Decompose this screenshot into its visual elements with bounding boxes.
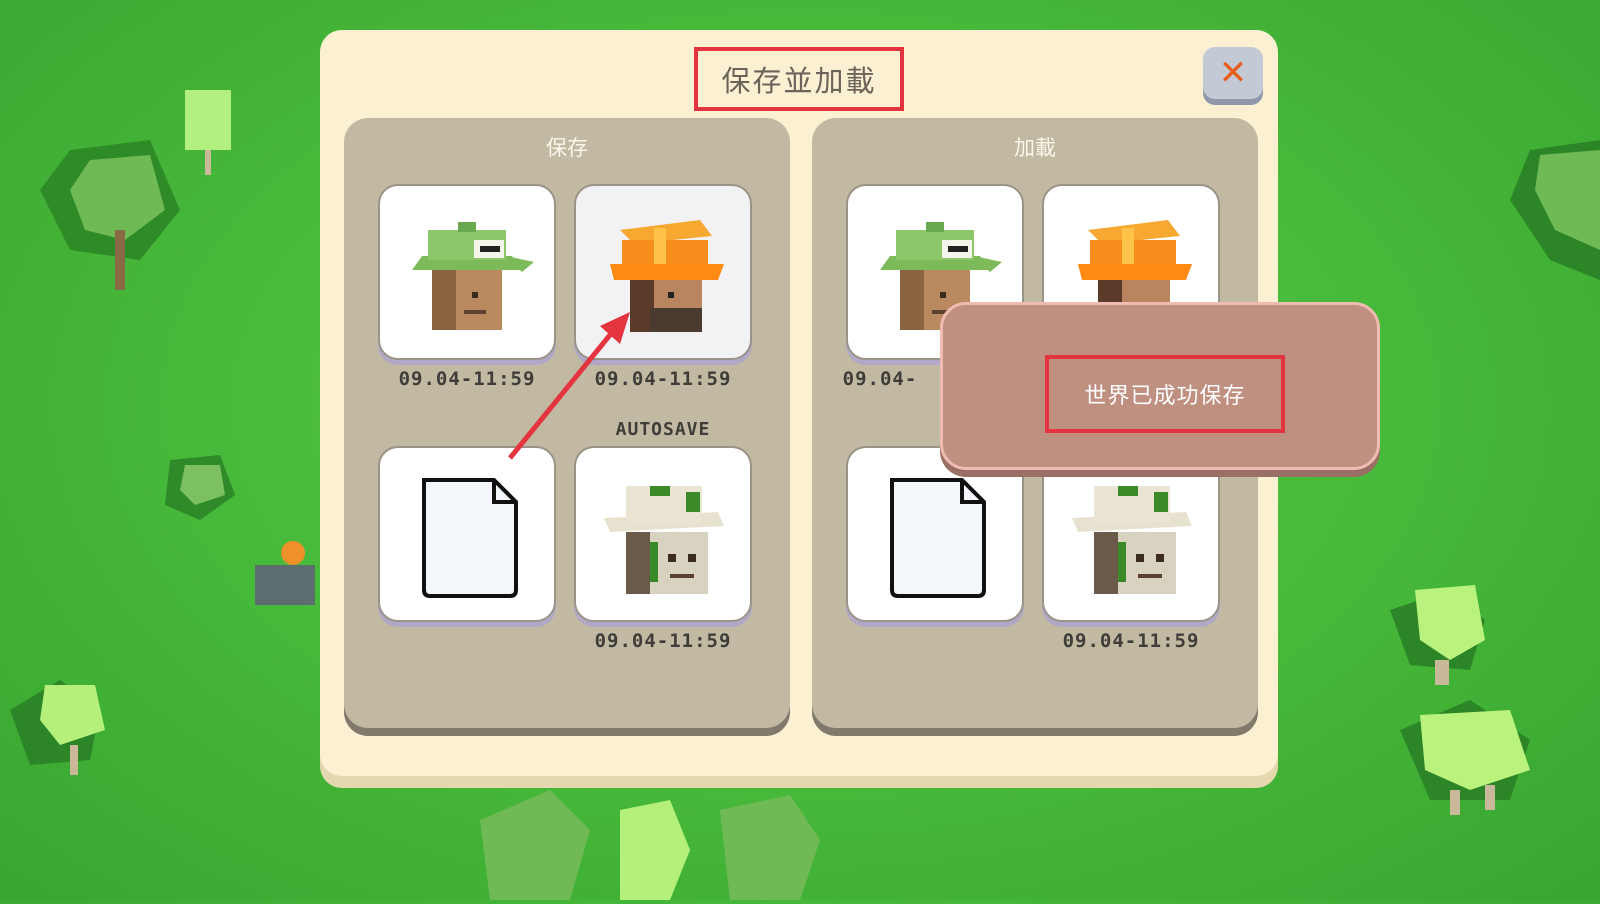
background-tree xyxy=(1390,580,1500,694)
stone-golem-character-icon xyxy=(604,486,724,594)
load-section-title: 加載 xyxy=(1014,136,1056,160)
green-cap-character-icon xyxy=(412,222,534,330)
stone-golem-character-icon xyxy=(1072,486,1192,594)
load-slot-1-timestamp: 09.04- xyxy=(842,368,918,390)
save-success-toast: 世界已成功保存 xyxy=(940,302,1380,470)
save-slot-1[interactable] xyxy=(378,184,556,360)
empty-file-icon xyxy=(890,478,986,598)
save-slot-2-timestamp: 09.04-11:59 xyxy=(594,368,732,390)
background-tree xyxy=(255,535,325,614)
background-tree xyxy=(150,450,240,534)
autosave-label: AUTOSAVE xyxy=(615,419,711,440)
background-tree xyxy=(0,670,120,784)
save-section-title: 保存 xyxy=(546,136,588,160)
load-slot-4-timestamp: 09.04-11:59 xyxy=(1062,630,1200,652)
save-slot-4-autosave[interactable] xyxy=(574,446,752,622)
orange-hardhat-character-icon xyxy=(610,220,724,332)
background-tree xyxy=(30,130,190,304)
empty-file-icon xyxy=(422,478,518,598)
background-tree xyxy=(185,90,235,184)
toast-message: 世界已成功保存 xyxy=(1084,384,1246,409)
dialog-title-box: 保存並加載 xyxy=(694,47,904,111)
dialog-title: 保存並加載 xyxy=(721,64,877,98)
save-slot-3[interactable] xyxy=(378,446,556,622)
save-section: 保存 09.04-11:59 09.04-11:59 AUTOSAVE 09.0… xyxy=(344,118,790,728)
close-button[interactable]: ✕ xyxy=(1203,47,1263,99)
save-slot-2[interactable] xyxy=(574,184,752,360)
load-slot-3[interactable] xyxy=(846,446,1024,622)
close-x-icon: ✕ xyxy=(1218,53,1248,93)
background-tree xyxy=(1500,140,1600,294)
toast-message-box: 世界已成功保存 xyxy=(1045,355,1285,433)
load-slot-4[interactable] xyxy=(1042,446,1220,622)
background-tree xyxy=(470,790,830,904)
background-tree xyxy=(1400,700,1540,824)
save-slot-1-timestamp: 09.04-11:59 xyxy=(398,368,536,390)
save-slot-4-timestamp: 09.04-11:59 xyxy=(594,630,732,652)
